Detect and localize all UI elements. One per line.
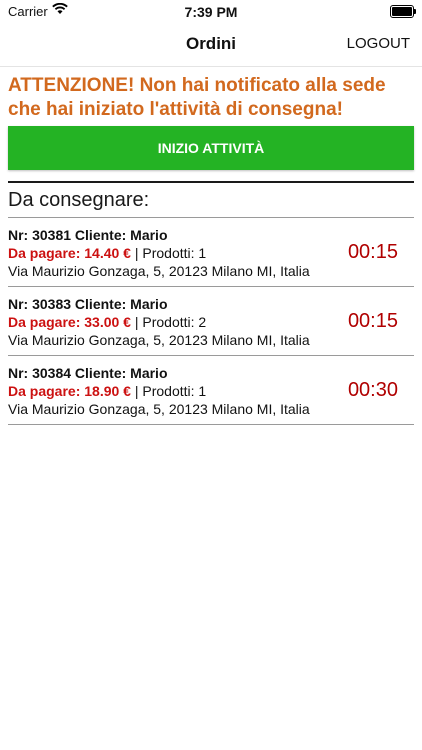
order-timer: 00:15 bbox=[347, 310, 398, 332]
order-address: Via Maurizio Gonzaga, 5, 20123 Milano MI… bbox=[8, 401, 310, 417]
divider bbox=[8, 181, 414, 183]
order-address: Via Maurizio Gonzaga, 5, 20123 Milano MI… bbox=[8, 263, 310, 279]
section-title: Da consegnare: bbox=[8, 189, 150, 211]
order-payment-line: Da pagare: 33.00 € | Prodotti: 2 bbox=[8, 314, 206, 330]
battery-icon bbox=[390, 5, 416, 18]
amount-due: Da pagare: 14.40 € bbox=[8, 245, 131, 261]
order-row[interactable]: Nr: 30384 Cliente: Mario Da pagare: 18.9… bbox=[8, 355, 414, 425]
product-count: | Prodotti: 1 bbox=[130, 245, 207, 261]
order-header: Nr: 30381 Cliente: Mario bbox=[8, 227, 168, 243]
navigation-bar: Ordini LOGOUT bbox=[0, 22, 422, 67]
clock: 7:39 PM bbox=[184, 4, 238, 20]
order-payment-line: Da pagare: 14.40 € | Prodotti: 1 bbox=[8, 245, 206, 261]
start-activity-button[interactable]: INIZIO ATTIVITÀ bbox=[8, 126, 414, 170]
order-header: Nr: 30384 Cliente: Mario bbox=[8, 365, 168, 381]
order-timer: 00:30 bbox=[347, 379, 398, 401]
order-timer: 00:15 bbox=[347, 241, 398, 263]
order-header: Nr: 30383 Cliente: Mario bbox=[8, 296, 168, 312]
product-count: | Prodotti: 1 bbox=[130, 383, 207, 399]
status-bar: Carrier 7:39 PM bbox=[0, 0, 422, 22]
order-payment-line: Da pagare: 18.90 € | Prodotti: 1 bbox=[8, 383, 206, 399]
orders-list: Nr: 30381 Cliente: Mario Da pagare: 14.4… bbox=[8, 217, 414, 425]
orders-screen: Carrier 7:39 PM Ordini LOGOUT ATTENZIONE… bbox=[0, 0, 422, 750]
amount-due: Da pagare: 33.00 € bbox=[8, 314, 131, 330]
order-address: Via Maurizio Gonzaga, 5, 20123 Milano MI… bbox=[8, 332, 310, 348]
order-row[interactable]: Nr: 30381 Cliente: Mario Da pagare: 14.4… bbox=[8, 217, 414, 286]
product-count: | Prodotti: 2 bbox=[130, 314, 207, 330]
activity-warning: ATTENZIONE! Non hai notificato alla sede… bbox=[8, 75, 386, 120]
logout-button[interactable]: LOGOUT bbox=[347, 35, 410, 52]
order-row[interactable]: Nr: 30383 Cliente: Mario Da pagare: 33.0… bbox=[8, 286, 414, 355]
amount-due: Da pagare: 18.90 € bbox=[8, 383, 131, 399]
